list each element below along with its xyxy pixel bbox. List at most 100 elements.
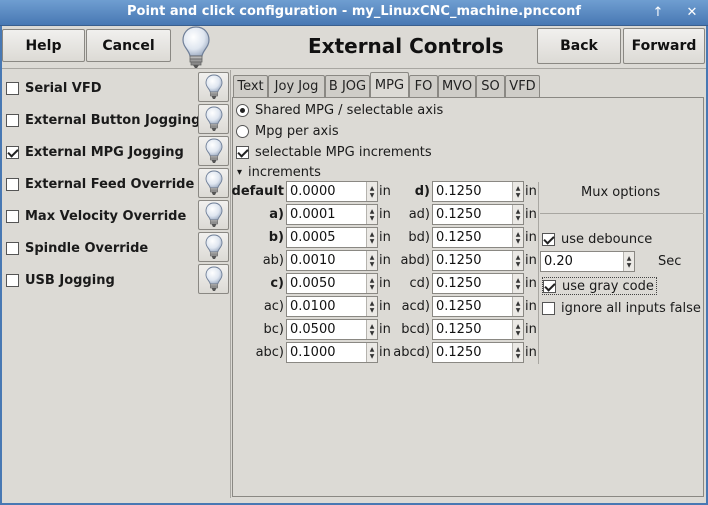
spinner-arrows-icon[interactable]: ▲ ▼: [512, 205, 523, 224]
increment-spinner[interactable]: ▲▼: [286, 204, 378, 225]
use-debounce-checkbox[interactable]: use debounce: [542, 231, 652, 247]
spinner-arrows-icon[interactable]: ▲ ▼: [512, 251, 523, 270]
increment-value-input[interactable]: [287, 205, 366, 224]
sidebar-option-checkbox[interactable]: [6, 273, 19, 287]
spinner-arrows-icon[interactable]: ▲ ▼: [366, 274, 377, 293]
ignore-inputs-false-checkbox[interactable]: ignore all inputs false: [542, 300, 701, 316]
help-lightbulb-icon[interactable]: [198, 72, 229, 102]
ignore-inputs-false-check[interactable]: [542, 301, 555, 315]
increment-value-input[interactable]: [433, 251, 512, 270]
selectable-increments-checkbox[interactable]: selectable MPG increments: [236, 144, 432, 160]
back-button[interactable]: Back: [537, 28, 621, 64]
increments-expander[interactable]: ▾ increments: [237, 164, 321, 180]
help-lightbulb-icon[interactable]: [198, 232, 229, 262]
increment-spinner[interactable]: ▲▼: [286, 273, 378, 294]
spinner-arrows-icon[interactable]: ▲ ▼: [512, 297, 523, 316]
help-lightbulb-icon[interactable]: [198, 200, 229, 230]
help-lightbulb-icon[interactable]: [198, 136, 229, 166]
use-debounce-check[interactable]: [542, 232, 555, 246]
tab-so[interactable]: SO: [476, 75, 505, 97]
spinner-arrows-icon[interactable]: ▲ ▼: [512, 343, 523, 362]
spinner-arrows-icon[interactable]: ▲ ▼: [366, 205, 377, 224]
increment-value-input[interactable]: [287, 228, 366, 247]
spinner-arrows-icon[interactable]: ▲ ▼: [366, 320, 377, 339]
increment-value-input[interactable]: [433, 343, 512, 362]
spinner-arrows-icon[interactable]: ▲ ▼: [366, 182, 377, 201]
increment-spinner[interactable]: ▲▼: [286, 319, 378, 340]
cancel-button[interactable]: Cancel: [86, 29, 171, 62]
increment-value-input[interactable]: [287, 320, 366, 339]
sidebar-option-checkbox[interactable]: [6, 81, 19, 95]
sidebar-option-checkbox[interactable]: [6, 209, 19, 223]
spinner-arrows-icon[interactable]: ▲ ▼: [366, 297, 377, 316]
increment-spinner[interactable]: ▲▼: [432, 296, 524, 317]
increment-spinner[interactable]: ▲▼: [286, 250, 378, 271]
tab-fo[interactable]: FO: [409, 75, 438, 97]
increment-value-input[interactable]: [433, 205, 512, 224]
help-lightbulb-icon[interactable]: [198, 104, 229, 134]
spinner-arrows-icon[interactable]: ▲ ▼: [366, 343, 377, 362]
increment-spinner[interactable]: ▲▼: [286, 342, 378, 363]
tab-mvo[interactable]: MVO: [438, 75, 476, 97]
increment-value-input[interactable]: [287, 251, 366, 270]
help-button[interactable]: Help: [2, 29, 85, 62]
sidebar-option-5[interactable]: Max Velocity Override: [6, 208, 186, 224]
shared-mpg-radio-indicator[interactable]: [236, 103, 249, 117]
tab-mpg[interactable]: MPG: [370, 72, 409, 98]
sidebar-option-checkbox[interactable]: [6, 145, 19, 159]
sidebar-option-3[interactable]: External MPG Jogging: [6, 144, 184, 160]
mpg-per-axis-radio[interactable]: Mpg per axis: [236, 123, 339, 139]
increment-value-input[interactable]: [433, 274, 512, 293]
window-close-icon[interactable]: ✕: [682, 3, 702, 23]
spinner-arrows-icon[interactable]: ▲ ▼: [512, 228, 523, 247]
increment-spinner[interactable]: ▲▼: [432, 342, 524, 363]
shared-mpg-radio[interactable]: Shared MPG / selectable axis: [236, 102, 443, 118]
use-gray-code-check[interactable]: [543, 279, 556, 293]
increment-spinner[interactable]: ▲▼: [432, 319, 524, 340]
sidebar-option-6[interactable]: Spindle Override: [6, 240, 148, 256]
sidebar-option-2[interactable]: External Button Jogging: [6, 112, 200, 128]
selectable-increments-check[interactable]: [236, 145, 249, 159]
increment-value-input[interactable]: [287, 297, 366, 316]
tab-joy-jog[interactable]: Joy Jog: [268, 75, 325, 97]
increment-spinner[interactable]: ▲▼: [286, 181, 378, 202]
sidebar-option-checkbox[interactable]: [6, 241, 19, 255]
increment-spinner[interactable]: ▲▼: [432, 204, 524, 225]
increment-value-input[interactable]: [287, 182, 366, 201]
increment-spinner[interactable]: ▲▼: [286, 296, 378, 317]
use-gray-code-checkbox[interactable]: use gray code: [542, 277, 657, 295]
increment-spinner[interactable]: ▲▼: [432, 250, 524, 271]
debounce-time-input[interactable]: [541, 252, 623, 271]
spinner-arrows-icon[interactable]: ▲ ▼: [623, 252, 634, 271]
mpg-per-axis-radio-indicator[interactable]: [236, 124, 249, 138]
debounce-time-spinner[interactable]: ▲▼: [540, 251, 635, 272]
sidebar-option-checkbox[interactable]: [6, 113, 19, 127]
forward-button[interactable]: Forward: [623, 28, 705, 64]
spinner-arrows-icon[interactable]: ▲ ▼: [512, 274, 523, 293]
title-bar[interactable]: Point and click configuration - my_Linux…: [0, 0, 708, 26]
help-lightbulb-icon[interactable]: [198, 264, 229, 294]
sidebar-option-checkbox[interactable]: [6, 177, 19, 191]
spinner-arrows-icon[interactable]: ▲ ▼: [366, 251, 377, 270]
spinner-arrows-icon[interactable]: ▲ ▼: [512, 182, 523, 201]
increment-spinner[interactable]: ▲▼: [432, 181, 524, 202]
increment-value-input[interactable]: [433, 182, 512, 201]
spinner-arrows-icon[interactable]: ▲ ▼: [366, 228, 377, 247]
window-up-icon[interactable]: ↑: [648, 3, 668, 23]
increment-spinner[interactable]: ▲▼: [286, 227, 378, 248]
increment-value-input[interactable]: [433, 297, 512, 316]
increment-value-input[interactable]: [433, 228, 512, 247]
sidebar-option-7[interactable]: USB Jogging: [6, 272, 115, 288]
sidebar-option-4[interactable]: External Feed Override: [6, 176, 194, 192]
tab-vfd[interactable]: VFD: [505, 75, 540, 97]
increment-value-input[interactable]: [287, 274, 366, 293]
spinner-arrows-icon[interactable]: ▲ ▼: [512, 320, 523, 339]
tab-b-jog[interactable]: B JOG: [325, 75, 370, 97]
help-lightbulb-icon[interactable]: [198, 168, 229, 198]
increment-value-input[interactable]: [433, 320, 512, 339]
sidebar-option-1[interactable]: Serial VFD: [6, 80, 102, 96]
increment-spinner[interactable]: ▲▼: [432, 273, 524, 294]
increment-spinner[interactable]: ▲▼: [432, 227, 524, 248]
tab-text[interactable]: Text: [233, 75, 268, 97]
increment-value-input[interactable]: [287, 343, 366, 362]
